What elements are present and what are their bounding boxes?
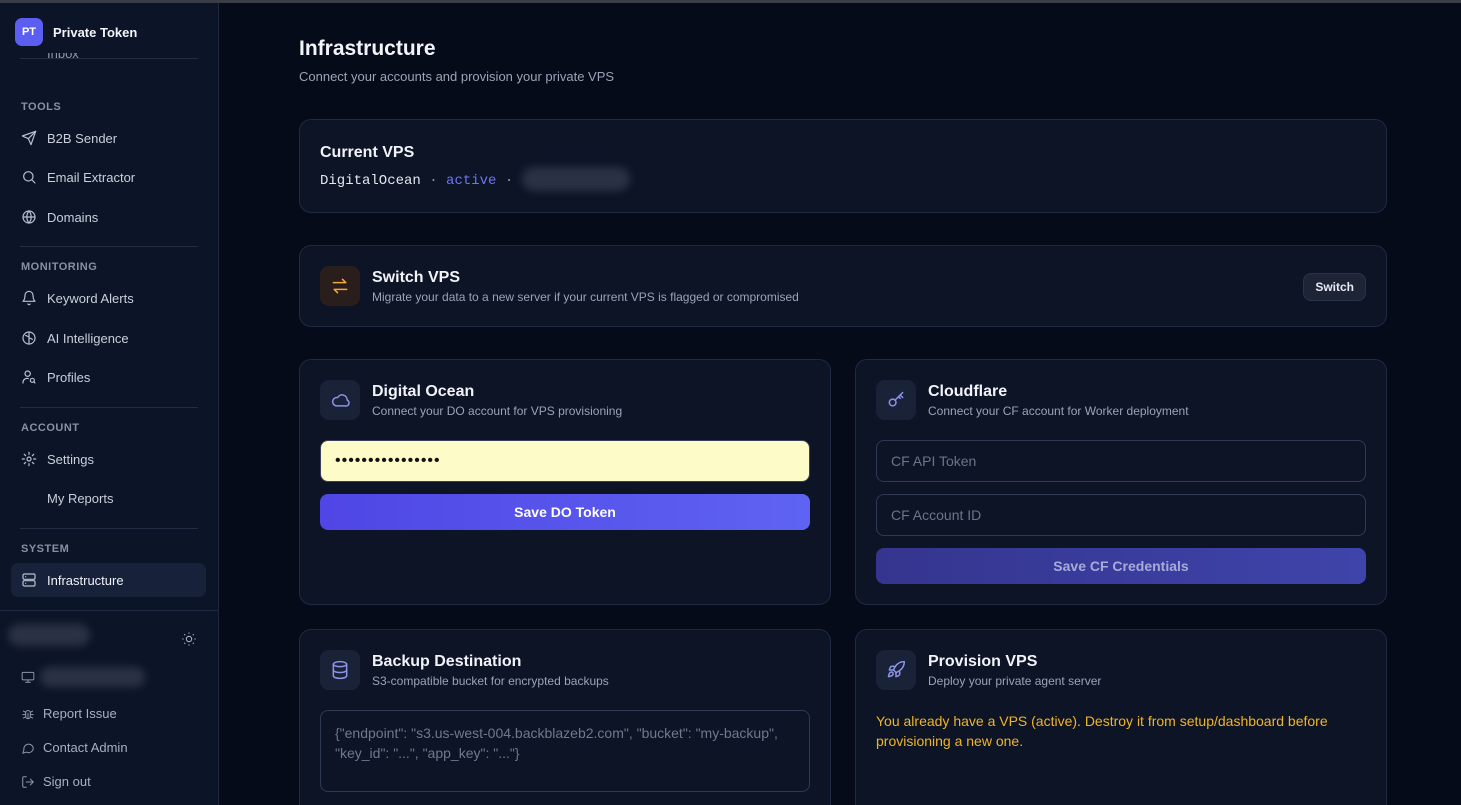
provision-vps-card: Provision VPS Deploy your private agent … bbox=[855, 629, 1387, 805]
switch-vps-card: Switch VPS Migrate your data to a new se… bbox=[299, 245, 1387, 327]
vps-status: active bbox=[446, 173, 497, 189]
message-icon bbox=[22, 743, 34, 754]
sidebar-item-ai-intelligence[interactable]: AI Intelligence bbox=[11, 321, 206, 355]
swap-icon bbox=[320, 266, 360, 306]
redacted-vps-ip bbox=[522, 167, 630, 191]
vps-provider: DigitalOcean bbox=[320, 173, 421, 189]
rocket-icon bbox=[876, 650, 916, 690]
sidebar-item-label: Keyword Alerts bbox=[47, 290, 134, 306]
card-title: Backup Destination bbox=[372, 653, 522, 670]
server-icon bbox=[21, 572, 37, 588]
switch-button[interactable]: Switch bbox=[1303, 273, 1366, 301]
redacted-user-name bbox=[8, 624, 90, 646]
report-issue-link[interactable]: Report Issue bbox=[21, 706, 117, 721]
brand-logo: PT bbox=[15, 18, 43, 46]
card-subtitle: S3-compatible bucket for encrypted backu… bbox=[372, 674, 609, 688]
sidebar-item-label: Profiles bbox=[47, 369, 91, 385]
sidebar: PT Private Token Inbox TOOLS B2B Sender … bbox=[0, 3, 219, 805]
card-subtitle: Deploy your private agent server bbox=[928, 674, 1102, 688]
sidebar-item-label: AI Intelligence bbox=[47, 330, 129, 346]
key-icon bbox=[876, 380, 916, 420]
divider bbox=[20, 58, 198, 59]
sidebar-item-email-extractor[interactable]: Email Extractor bbox=[11, 160, 206, 194]
page-title: Infrastructure bbox=[299, 37, 436, 60]
cloud-icon bbox=[320, 380, 360, 420]
card-title: Digital Ocean bbox=[372, 383, 475, 400]
card-title: Provision VPS bbox=[928, 653, 1038, 670]
search-icon bbox=[21, 169, 37, 185]
sidebar-item-infrastructure[interactable]: Infrastructure bbox=[11, 563, 206, 597]
logout-icon bbox=[22, 775, 34, 788]
page-subtitle: Connect your accounts and provision your… bbox=[299, 69, 615, 84]
user-search-icon bbox=[21, 369, 37, 385]
save-cf-credentials-button[interactable]: Save CF Credentials bbox=[876, 548, 1366, 584]
sidebar-item-label: Email Extractor bbox=[47, 169, 136, 185]
sidebar-item-profiles[interactable]: Profiles bbox=[11, 360, 206, 394]
sidebar-item-keyword-alerts[interactable]: Keyword Alerts bbox=[11, 281, 206, 315]
digital-ocean-card: Digital Ocean Connect your DO account fo… bbox=[299, 359, 831, 605]
cf-account-id-input[interactable]: CF Account ID bbox=[876, 494, 1366, 536]
sidebar-item-my-reports[interactable]: My Reports bbox=[11, 481, 206, 515]
divider bbox=[20, 407, 198, 408]
card-subtitle: Connect your CF account for Worker deplo… bbox=[928, 404, 1189, 418]
section-label-account: ACCOUNT bbox=[21, 422, 80, 434]
section-label-tools: TOOLS bbox=[21, 101, 62, 113]
card-title: Current VPS bbox=[320, 144, 415, 161]
monitor-icon bbox=[21, 671, 35, 683]
theme-toggle-button[interactable] bbox=[181, 631, 199, 649]
card-subtitle: Migrate your data to a new server if you… bbox=[372, 290, 799, 304]
sidebar-item-label: Settings bbox=[47, 451, 94, 467]
provision-warning: You already have a VPS (active). Destroy… bbox=[876, 713, 1328, 749]
sidebar-item-label: My Reports bbox=[47, 490, 114, 506]
brain-icon bbox=[21, 330, 37, 346]
sun-icon bbox=[182, 632, 196, 646]
cf-api-token-input[interactable]: CF API Token bbox=[876, 440, 1366, 482]
section-label-monitoring: MONITORING bbox=[21, 261, 98, 273]
cloudflare-card: Cloudflare Connect your CF account for W… bbox=[855, 359, 1387, 605]
bug-icon bbox=[22, 709, 34, 719]
do-token-input[interactable]: •••••••••••••••• bbox=[320, 440, 810, 482]
sidebar-item-label: B2B Sender bbox=[47, 130, 118, 146]
save-do-token-button[interactable]: Save DO Token bbox=[320, 494, 810, 530]
sidebar-item-label: Domains bbox=[47, 209, 99, 225]
current-vps-card: Current VPS DigitalOcean · active · bbox=[299, 119, 1387, 213]
sidebar-item-label: Infrastructure bbox=[47, 572, 124, 588]
brand[interactable]: PT Private Token bbox=[15, 18, 137, 46]
bell-icon bbox=[21, 290, 37, 306]
sidebar-item-settings[interactable]: Settings bbox=[11, 442, 206, 476]
brand-name: Private Token bbox=[53, 24, 138, 40]
section-label-system: SYSTEM bbox=[21, 543, 70, 555]
gear-icon bbox=[21, 451, 37, 467]
sign-out-link[interactable]: Sign out bbox=[21, 774, 91, 789]
database-icon bbox=[320, 650, 360, 690]
divider bbox=[20, 528, 198, 529]
sidebar-item-inbox[interactable]: Inbox bbox=[21, 53, 181, 61]
window-top-border bbox=[0, 0, 1461, 3]
card-subtitle: Connect your DO account for VPS provisio… bbox=[372, 404, 623, 418]
contact-admin-link[interactable]: Contact Admin bbox=[21, 740, 128, 755]
globe-icon bbox=[21, 209, 37, 225]
divider bbox=[20, 246, 198, 247]
card-title: Switch VPS bbox=[372, 269, 461, 286]
sidebar-item-domains[interactable]: Domains bbox=[11, 200, 206, 234]
vps-info: DigitalOcean · active · bbox=[320, 173, 514, 189]
card-title: Cloudflare bbox=[928, 383, 1008, 400]
sidebar-item-b2b-sender[interactable]: B2B Sender bbox=[11, 121, 206, 155]
divider bbox=[0, 610, 218, 611]
redacted-device-info bbox=[40, 667, 145, 687]
backup-config-textarea[interactable]: {"endpoint": "s3.us-west-004.backblazeb2… bbox=[320, 710, 810, 792]
send-icon bbox=[21, 130, 37, 146]
backup-destination-card: Backup Destination S3-compatible bucket … bbox=[299, 629, 831, 805]
